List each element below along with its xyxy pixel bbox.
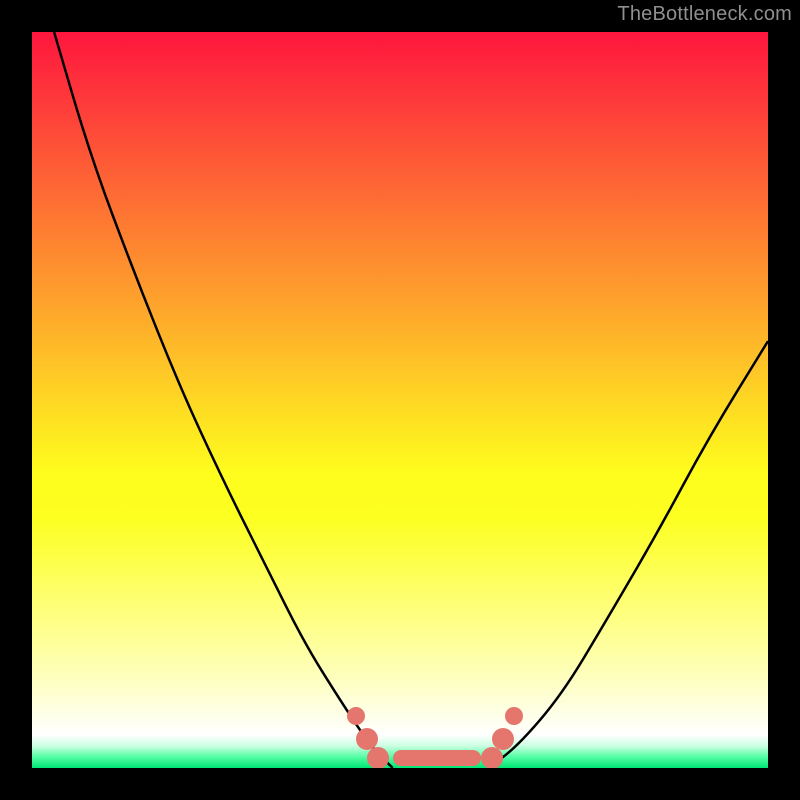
marker-right-2 <box>505 707 523 725</box>
chart-frame: TheBottleneck.com <box>0 0 800 800</box>
marker-flat-bar <box>393 750 481 766</box>
marker-left-0 <box>347 707 365 725</box>
marker-right-0 <box>481 747 503 768</box>
marker-right-1 <box>492 728 514 750</box>
plot-area <box>32 32 768 768</box>
marker-left-2 <box>367 747 389 768</box>
bottleneck-curve <box>32 32 768 768</box>
watermark-text: TheBottleneck.com <box>617 3 792 26</box>
marker-left-1 <box>356 728 378 750</box>
